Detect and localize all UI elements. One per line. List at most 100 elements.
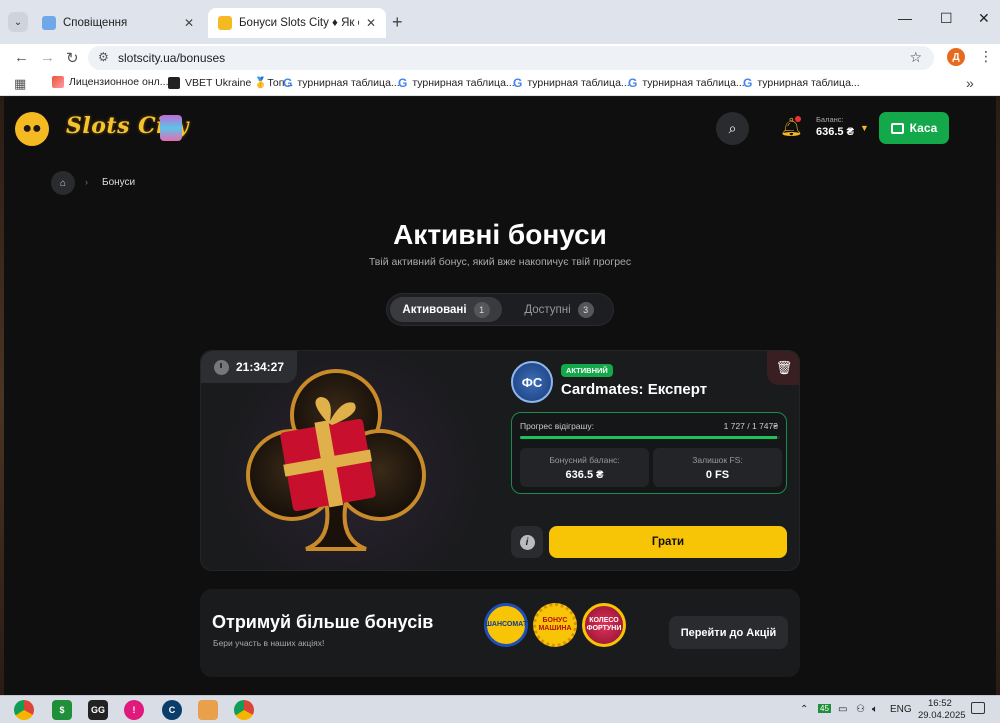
chevron-down-icon[interactable]: ▼ xyxy=(860,123,869,133)
bonus-machine-badge: БОНУС МАШИНА xyxy=(533,603,577,647)
clock-time[interactable]: 16:52 xyxy=(928,698,952,709)
bookmark-star-icon[interactable]: ☆ xyxy=(909,49,922,66)
tab-activated[interactable]: Активовані 1 xyxy=(390,297,502,322)
bookmark-label: Лицензионное онл... xyxy=(69,76,169,88)
search-button[interactable]: ⌕ xyxy=(716,112,749,145)
google-icon: G xyxy=(398,76,408,90)
tab-title: Сповіщення xyxy=(63,17,128,29)
promo-title: Отримуй більше бонусів xyxy=(212,612,434,632)
tab-notifications[interactable]: Сповіщення ✕ xyxy=(32,8,204,38)
bonus-balance-stat: Бонусний баланс: 636.5 ₴ xyxy=(520,448,649,487)
bookmark-label: турнирная таблица... xyxy=(297,77,400,89)
count-badge: 1 xyxy=(473,301,490,318)
balance-value[interactable]: 636.5 ₴ xyxy=(816,126,854,138)
forward-icon[interactable]: → xyxy=(40,49,55,66)
gg-app-icon[interactable]: GG xyxy=(88,700,108,720)
delete-bonus-button[interactable]: 🗑︎ xyxy=(767,351,799,385)
chrome-profile-icon[interactable] xyxy=(234,700,254,720)
bookmarks-bar: ▦ Лицензионное онл... VBET Ukraine 🥇Топ.… xyxy=(0,72,1000,96)
google-icon: G xyxy=(628,76,638,90)
info-button[interactable]: i xyxy=(511,526,543,558)
bookmark-label: турнирная таблица... xyxy=(642,77,745,89)
site-settings-icon[interactable]: ⚙ xyxy=(98,50,109,64)
wallet-icon xyxy=(890,122,904,134)
trash-icon: 🗑︎ xyxy=(775,360,793,375)
breadcrumb-separator: › xyxy=(85,177,88,187)
clock-date[interactable]: 29.04.2025 xyxy=(918,710,966,721)
stat-value: 0 FS xyxy=(705,469,730,481)
notifications-icon[interactable] xyxy=(971,702,985,714)
tab-bonuses[interactable]: Бонуси Slots City ♦ Як отримати ✕ xyxy=(208,8,386,38)
globe-icon xyxy=(42,16,56,30)
reload-icon[interactable]: ↻ xyxy=(66,49,79,67)
pink-app-icon[interactable]: ! xyxy=(124,700,144,720)
page-title: Активні бонуси xyxy=(393,219,607,250)
bonus-name: Cardmates: Експерт xyxy=(561,381,708,398)
minimize-icon[interactable]: — xyxy=(898,10,912,26)
bookmark-item[interactable]: Gтурнирная таблица... xyxy=(513,76,630,90)
new-tab-button[interactable]: + xyxy=(392,12,403,32)
bookmark-label: турнирная таблица... xyxy=(757,77,860,89)
bonus-artwork xyxy=(201,351,501,570)
tab-title: Бонуси Slots City ♦ Як отримати xyxy=(239,17,359,29)
decor-edge xyxy=(0,97,4,695)
provider-logo: ФС xyxy=(511,361,553,403)
notification-dot xyxy=(795,116,801,122)
tab-available[interactable]: Доступні 3 xyxy=(507,297,611,322)
breadcrumb-current: Бонуси xyxy=(102,177,136,188)
club-gift-image xyxy=(246,369,426,551)
info-icon: i xyxy=(519,534,535,550)
network-icon[interactable]: ⚇ xyxy=(856,704,865,715)
pinata-icon xyxy=(160,115,182,141)
close-window-icon[interactable]: ✕ xyxy=(978,10,990,27)
progress-label: Прогрес відіграшу: xyxy=(520,421,594,431)
promo-subtitle: Бери участь в наших акціях! xyxy=(213,638,325,648)
bookmark-favicon-icon xyxy=(52,76,64,88)
tray-up-arrow-icon[interactable]: ⌃ xyxy=(800,704,808,715)
money-app-icon[interactable]: $ xyxy=(52,700,72,720)
battery-icon[interactable]: ▭ xyxy=(838,704,847,715)
chrome-icon[interactable] xyxy=(14,700,34,720)
menu-icon[interactable]: ⋮ xyxy=(979,48,993,65)
timer-value: 21:34:27 xyxy=(235,360,285,374)
bookmark-item[interactable]: Gтурнирная таблица... xyxy=(743,76,860,90)
tab-label: Доступні xyxy=(524,303,571,316)
stat-value: 636.5 ₴ xyxy=(565,469,604,481)
tray-app-icon[interactable]: 45 xyxy=(818,704,831,713)
balloons-icon[interactable]: ●● xyxy=(15,112,49,146)
cashier-button[interactable]: Каса xyxy=(879,112,949,144)
play-button[interactable]: Грати xyxy=(549,526,787,558)
bonus-filter-tabs: Активовані 1 Доступні 3 xyxy=(386,293,614,326)
stat-label: Бонусний баланс: xyxy=(549,455,620,465)
balance-label: Баланс: xyxy=(816,115,844,124)
bookmark-item[interactable]: Gтурнирная таблица... xyxy=(628,76,745,90)
shansomat-badge: ШАНСОМАТ xyxy=(484,603,528,647)
search-icon: ⌕ xyxy=(728,120,737,136)
wager-progress-panel: Прогрес відіграшу: 1 727 / 1 747₴ Бонусн… xyxy=(511,412,787,494)
more-bookmarks-icon[interactable]: » xyxy=(966,75,974,91)
apps-grid-icon[interactable]: ▦ xyxy=(14,76,26,92)
progress-value: 1 727 / 1 747₴ xyxy=(723,421,778,431)
bonus-card: 21:34:27 ФС АКТИВНИЙ Cardmates: Експерт … xyxy=(200,350,800,571)
bookmark-label: турнирная таблица... xyxy=(412,77,515,89)
folder-app-icon[interactable] xyxy=(198,700,218,720)
close-icon[interactable]: ✕ xyxy=(184,16,194,30)
back-icon[interactable]: ← xyxy=(14,49,29,66)
home-icon[interactable]: ⌂ xyxy=(51,171,75,195)
go-to-promotions-button[interactable]: Перейти до Акцій xyxy=(669,616,788,649)
fs-left-stat: Залишок FS: 0 FS xyxy=(653,448,782,487)
url-input[interactable]: ⚙ slotscity.ua/bonuses ☆ xyxy=(88,46,934,70)
profile-avatar[interactable]: Д xyxy=(947,48,965,66)
bookmark-item[interactable]: Лицензионное онл... xyxy=(52,76,169,88)
language-indicator[interactable]: ENG xyxy=(890,704,912,715)
clock-icon xyxy=(213,359,229,375)
bookmark-item[interactable]: Gтурнирная таблица... xyxy=(283,76,400,90)
bookmark-item[interactable]: Gтурнирная таблица... xyxy=(398,76,515,90)
close-icon[interactable]: ✕ xyxy=(366,16,376,30)
bookmark-item[interactable]: VBET Ukraine 🥇Топ... xyxy=(168,76,293,89)
maximize-icon[interactable]: ☐ xyxy=(940,10,953,27)
address-bar: ← → ↻ ⚙ slotscity.ua/bonuses ☆ xyxy=(0,44,1000,72)
volume-icon[interactable]: 🔈︎ xyxy=(872,704,878,715)
c-app-icon[interactable]: C xyxy=(162,700,182,720)
tab-search-button[interactable]: ⌄ xyxy=(8,12,28,32)
